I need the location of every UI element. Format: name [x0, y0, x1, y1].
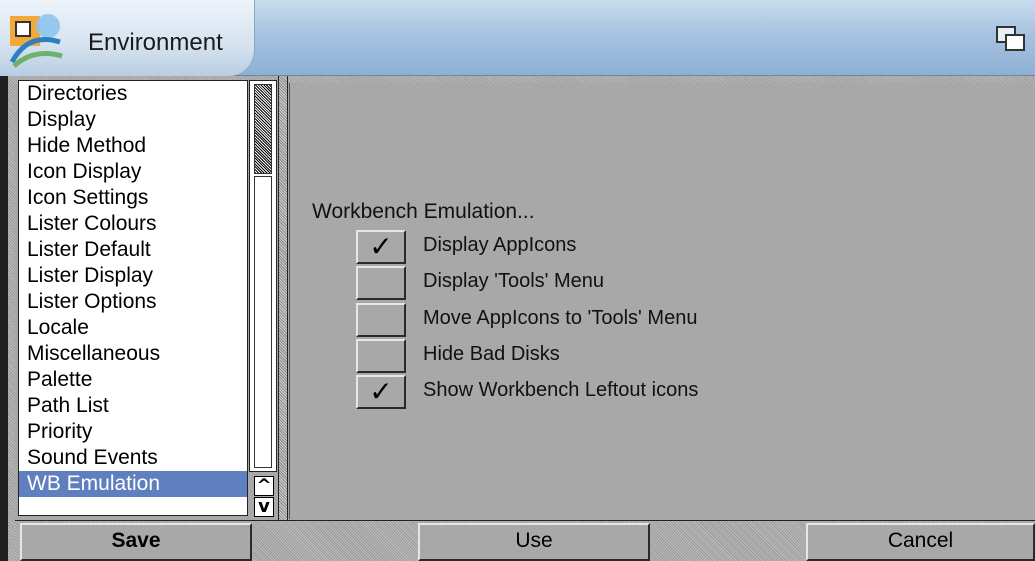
- option-label: Show Workbench Leftout icons: [423, 379, 699, 401]
- list-item[interactable]: Palette: [19, 367, 247, 393]
- checkbox[interactable]: ✓: [356, 375, 406, 409]
- checkbox[interactable]: [356, 303, 406, 337]
- use-button[interactable]: Use: [418, 523, 650, 561]
- checkbox[interactable]: ✓: [356, 230, 406, 264]
- option-label: Display AppIcons: [423, 234, 577, 256]
- window-title: Environment: [88, 29, 223, 56]
- list-item[interactable]: Directories: [19, 81, 247, 107]
- list-item[interactable]: Miscellaneous: [19, 341, 247, 367]
- title-tab: Environment: [0, 0, 255, 76]
- list-item[interactable]: Lister Default: [19, 237, 247, 263]
- option-display-tools-menu[interactable]: Display 'Tools' Menu: [356, 266, 916, 300]
- option-label: Move AppIcons to 'Tools' Menu: [423, 307, 698, 329]
- scrollbar-thumb[interactable]: [254, 84, 272, 174]
- option-label: Display 'Tools' Menu: [423, 270, 605, 292]
- list-item[interactable]: Sound Events: [19, 445, 247, 471]
- option-show-leftout-icons[interactable]: ✓ Show Workbench Leftout icons: [356, 375, 916, 409]
- settings-panel: [289, 83, 1035, 519]
- list-item-selected[interactable]: WB Emulation: [19, 471, 247, 497]
- checkbox[interactable]: [356, 339, 406, 373]
- environment-app-icon[interactable]: [8, 12, 64, 68]
- window-left-edge: [0, 76, 8, 561]
- list-item[interactable]: Locale: [19, 315, 247, 341]
- option-move-appicons[interactable]: Move AppIcons to 'Tools' Menu: [356, 303, 916, 337]
- cancel-button[interactable]: Cancel: [806, 523, 1035, 561]
- section-heading: Workbench Emulation...: [312, 200, 535, 223]
- scroll-up-icon[interactable]: ^: [254, 476, 274, 496]
- option-label: Hide Bad Disks: [423, 343, 560, 365]
- depth-gadget-icon[interactable]: [996, 26, 1026, 52]
- scroll-down-icon[interactable]: v: [254, 497, 274, 517]
- window-border: [8, 76, 15, 561]
- option-display-appicons[interactable]: ✓ Display AppIcons: [356, 230, 916, 264]
- list-item[interactable]: Icon Settings: [19, 185, 247, 211]
- list-item[interactable]: Priority: [19, 419, 247, 445]
- checkbox[interactable]: [356, 266, 406, 300]
- list-item[interactable]: Lister Options: [19, 289, 247, 315]
- list-item[interactable]: Lister Colours: [19, 211, 247, 237]
- category-list[interactable]: Directories Display Hide Method Icon Dis…: [18, 80, 248, 516]
- scrollbar-track-fill[interactable]: [254, 176, 272, 468]
- list-item[interactable]: Icon Display: [19, 159, 247, 185]
- save-button[interactable]: Save: [20, 523, 252, 561]
- list-item[interactable]: Hide Method: [19, 133, 247, 159]
- option-hide-bad-disks[interactable]: Hide Bad Disks: [356, 339, 916, 373]
- list-item[interactable]: Path List: [19, 393, 247, 419]
- pane-divider[interactable]: [278, 76, 288, 520]
- list-item[interactable]: Lister Display: [19, 263, 247, 289]
- list-item[interactable]: Display: [19, 107, 247, 133]
